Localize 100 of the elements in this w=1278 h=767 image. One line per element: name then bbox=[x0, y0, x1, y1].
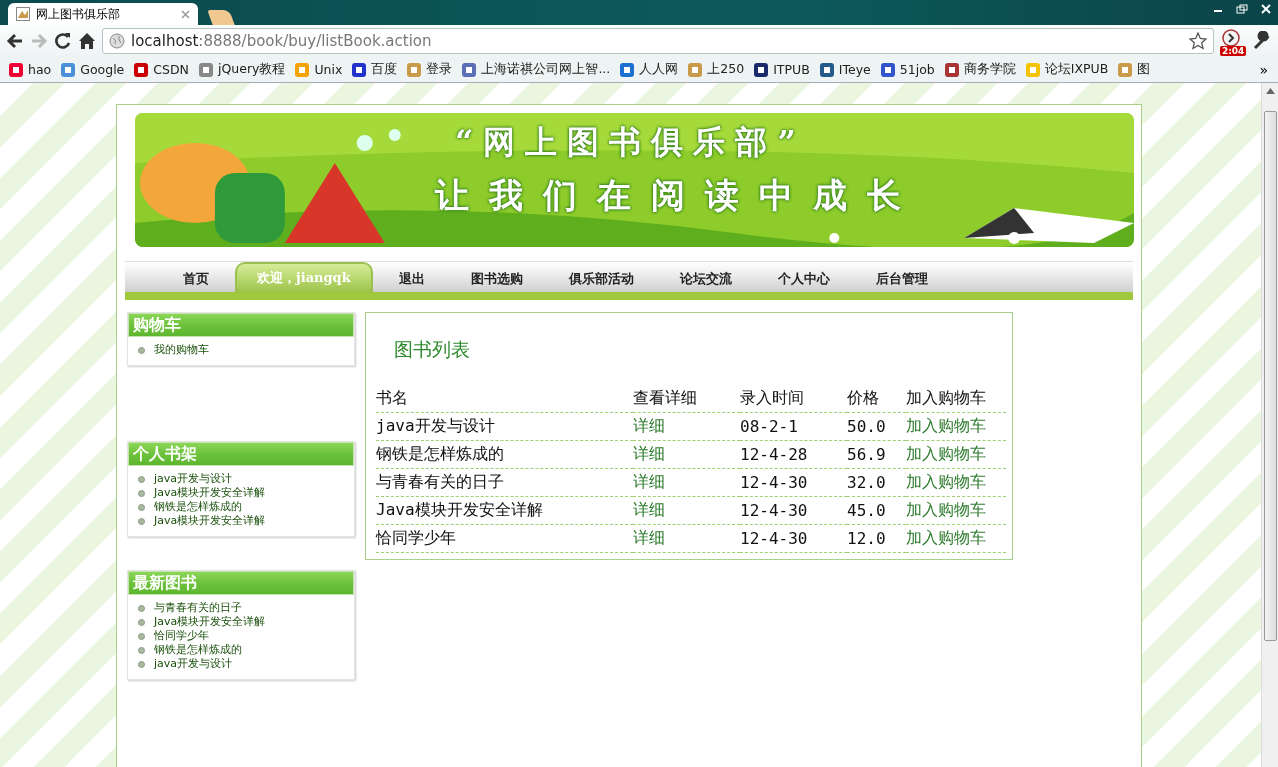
panel-title: 最新图书 bbox=[128, 571, 354, 595]
url-text: localhost:8888/book/buy/listBook.action bbox=[131, 32, 432, 50]
detail-link[interactable]: 详细 bbox=[633, 497, 740, 525]
bullet-icon bbox=[138, 475, 145, 483]
new-tab-button[interactable] bbox=[207, 10, 235, 25]
table-cell: 12.0 bbox=[847, 525, 906, 553]
reload-icon[interactable] bbox=[54, 32, 72, 50]
bookmark-icon bbox=[294, 61, 311, 78]
bullet-icon bbox=[138, 646, 145, 654]
table-cell: 12-4-30 bbox=[740, 469, 847, 497]
bookmark-link[interactable]: jQuery教程 bbox=[193, 59, 290, 80]
bullet-icon bbox=[138, 489, 145, 497]
bookmark-icon bbox=[818, 61, 835, 78]
nav-tab[interactable]: 俱乐部活动 bbox=[548, 266, 654, 292]
bookmark-link[interactable]: Google bbox=[56, 59, 129, 80]
bookmark-icon bbox=[619, 61, 636, 78]
detail-link[interactable]: 详细 bbox=[633, 413, 740, 441]
bullet-icon bbox=[138, 517, 145, 525]
bookmarks-overflow[interactable]: » bbox=[1259, 61, 1274, 78]
column-header: 价格 bbox=[847, 385, 906, 413]
scroll-up-icon[interactable] bbox=[1265, 88, 1275, 94]
page-icon bbox=[16, 7, 30, 21]
sidebar-link[interactable]: 与青春有关的日子 bbox=[154, 601, 242, 615]
bookmark-link[interactable]: hao bbox=[4, 59, 56, 80]
bookmark-icon bbox=[1024, 61, 1041, 78]
sidebar-link[interactable]: Java模块开发安全详解 bbox=[154, 615, 266, 629]
address-bar[interactable]: localhost:8888/book/buy/listBook.action bbox=[102, 28, 1214, 54]
table-cell: 钢铁是怎样炼成的 bbox=[376, 441, 633, 469]
bookmark-link[interactable]: 论坛IXPUB bbox=[1020, 59, 1113, 80]
bookmark-link[interactable]: 51job bbox=[875, 59, 939, 80]
bookmark-link[interactable]: ITeye bbox=[814, 59, 875, 80]
scrollbar[interactable] bbox=[1261, 83, 1278, 767]
add-to-cart-link[interactable]: 加入购物车 bbox=[906, 441, 1006, 469]
nav-tab[interactable]: 后台管理 bbox=[855, 266, 948, 292]
bullet-icon bbox=[138, 346, 145, 354]
sidebar-link[interactable]: java开发与设计 bbox=[154, 472, 233, 486]
sidebar-link[interactable]: 我的购物车 bbox=[154, 343, 209, 357]
table-cell: 45.0 bbox=[847, 497, 906, 525]
banner-title: “网上图书俱乐部” bbox=[455, 122, 806, 163]
banner-slogan: 让我们在阅读中成长 bbox=[435, 174, 921, 217]
scroll-thumb[interactable] bbox=[1263, 111, 1277, 641]
bookmark-link[interactable]: Unix bbox=[290, 59, 347, 80]
add-to-cart-link[interactable]: 加入购物车 bbox=[906, 469, 1006, 497]
panel-title: 个人书架 bbox=[128, 442, 354, 466]
section-title: 图书列表 bbox=[394, 337, 471, 362]
bookmark-link[interactable]: 人人网 bbox=[615, 59, 683, 80]
bookmark-icon bbox=[133, 61, 150, 78]
restore-icon[interactable] bbox=[1236, 3, 1248, 14]
detail-link[interactable]: 详细 bbox=[633, 525, 740, 553]
bookmark-icon bbox=[943, 61, 960, 78]
add-to-cart-link[interactable]: 加入购物车 bbox=[906, 497, 1006, 525]
home-icon[interactable] bbox=[78, 32, 96, 50]
add-to-cart-link[interactable]: 加入购物车 bbox=[906, 525, 1006, 553]
column-header: 查看详细 bbox=[633, 385, 740, 413]
bookmark-icon bbox=[461, 61, 478, 78]
table-cell: java开发与设计 bbox=[376, 413, 633, 441]
bookmark-link[interactable]: 上250 bbox=[683, 59, 749, 80]
bookmark-link[interactable]: 商务学院 bbox=[939, 59, 1020, 80]
timer-icon bbox=[1220, 28, 1242, 48]
sidebar-link[interactable]: Java模块开发安全详解 bbox=[154, 486, 266, 500]
wrench-icon[interactable] bbox=[1252, 31, 1272, 51]
back-icon[interactable] bbox=[6, 33, 24, 49]
bookmark-icon bbox=[351, 61, 368, 78]
nav-tab[interactable]: 图书选购 bbox=[450, 266, 543, 292]
nav-tab[interactable]: 论坛交流 bbox=[659, 266, 752, 292]
bookmark-link[interactable]: 登录 bbox=[402, 59, 457, 80]
bookmark-icon bbox=[753, 61, 770, 78]
bookmark-link[interactable]: 图 bbox=[1113, 59, 1155, 80]
nav-tab[interactable]: 首页 bbox=[163, 266, 229, 292]
table-cell: 与青春有关的日子 bbox=[376, 469, 633, 497]
detail-link[interactable]: 详细 bbox=[633, 441, 740, 469]
nav-tab[interactable]: 个人中心 bbox=[757, 266, 850, 292]
globe-icon bbox=[109, 33, 125, 49]
sidebar-link[interactable]: 钢铁是怎样炼成的 bbox=[154, 643, 242, 657]
sidebar-link[interactable]: 钢铁是怎样炼成的 bbox=[154, 500, 242, 514]
table-cell: 恰同学少年 bbox=[376, 525, 633, 553]
add-to-cart-link[interactable]: 加入购物车 bbox=[906, 413, 1006, 441]
bookmark-icon bbox=[1117, 61, 1134, 78]
bookmark-icon bbox=[60, 61, 77, 78]
sidebar-link[interactable]: 恰同学少年 bbox=[154, 629, 209, 643]
bookmark-icon bbox=[406, 61, 423, 78]
column-header: 加入购物车 bbox=[906, 385, 1006, 413]
browser-tab[interactable]: 网上图书俱乐部 bbox=[8, 3, 198, 25]
nav-tab[interactable]: 退出 bbox=[378, 266, 445, 292]
bookmark-link[interactable]: 百度 bbox=[347, 59, 402, 80]
extension-button[interactable]: 2:04 bbox=[1220, 28, 1246, 54]
table-cell: 12-4-28 bbox=[740, 441, 847, 469]
bullet-icon bbox=[138, 618, 145, 626]
table-cell: 56.9 bbox=[847, 441, 906, 469]
table-cell: Java模块开发安全详解 bbox=[376, 497, 633, 525]
bookmark-link[interactable]: CSDN bbox=[129, 59, 193, 80]
bookmark-link[interactable]: ITPUB bbox=[749, 59, 814, 80]
bookmark-link[interactable]: 上海诺祺公司网上智... bbox=[457, 59, 615, 80]
bullet-icon bbox=[138, 503, 145, 511]
detail-link[interactable]: 详细 bbox=[633, 469, 740, 497]
bullet-icon bbox=[138, 660, 145, 668]
sidebar-link[interactable]: Java模块开发安全详解 bbox=[154, 514, 266, 528]
star-icon[interactable] bbox=[1189, 32, 1207, 50]
sidebar-link[interactable]: java开发与设计 bbox=[154, 657, 233, 671]
bookmark-icon bbox=[8, 61, 24, 78]
